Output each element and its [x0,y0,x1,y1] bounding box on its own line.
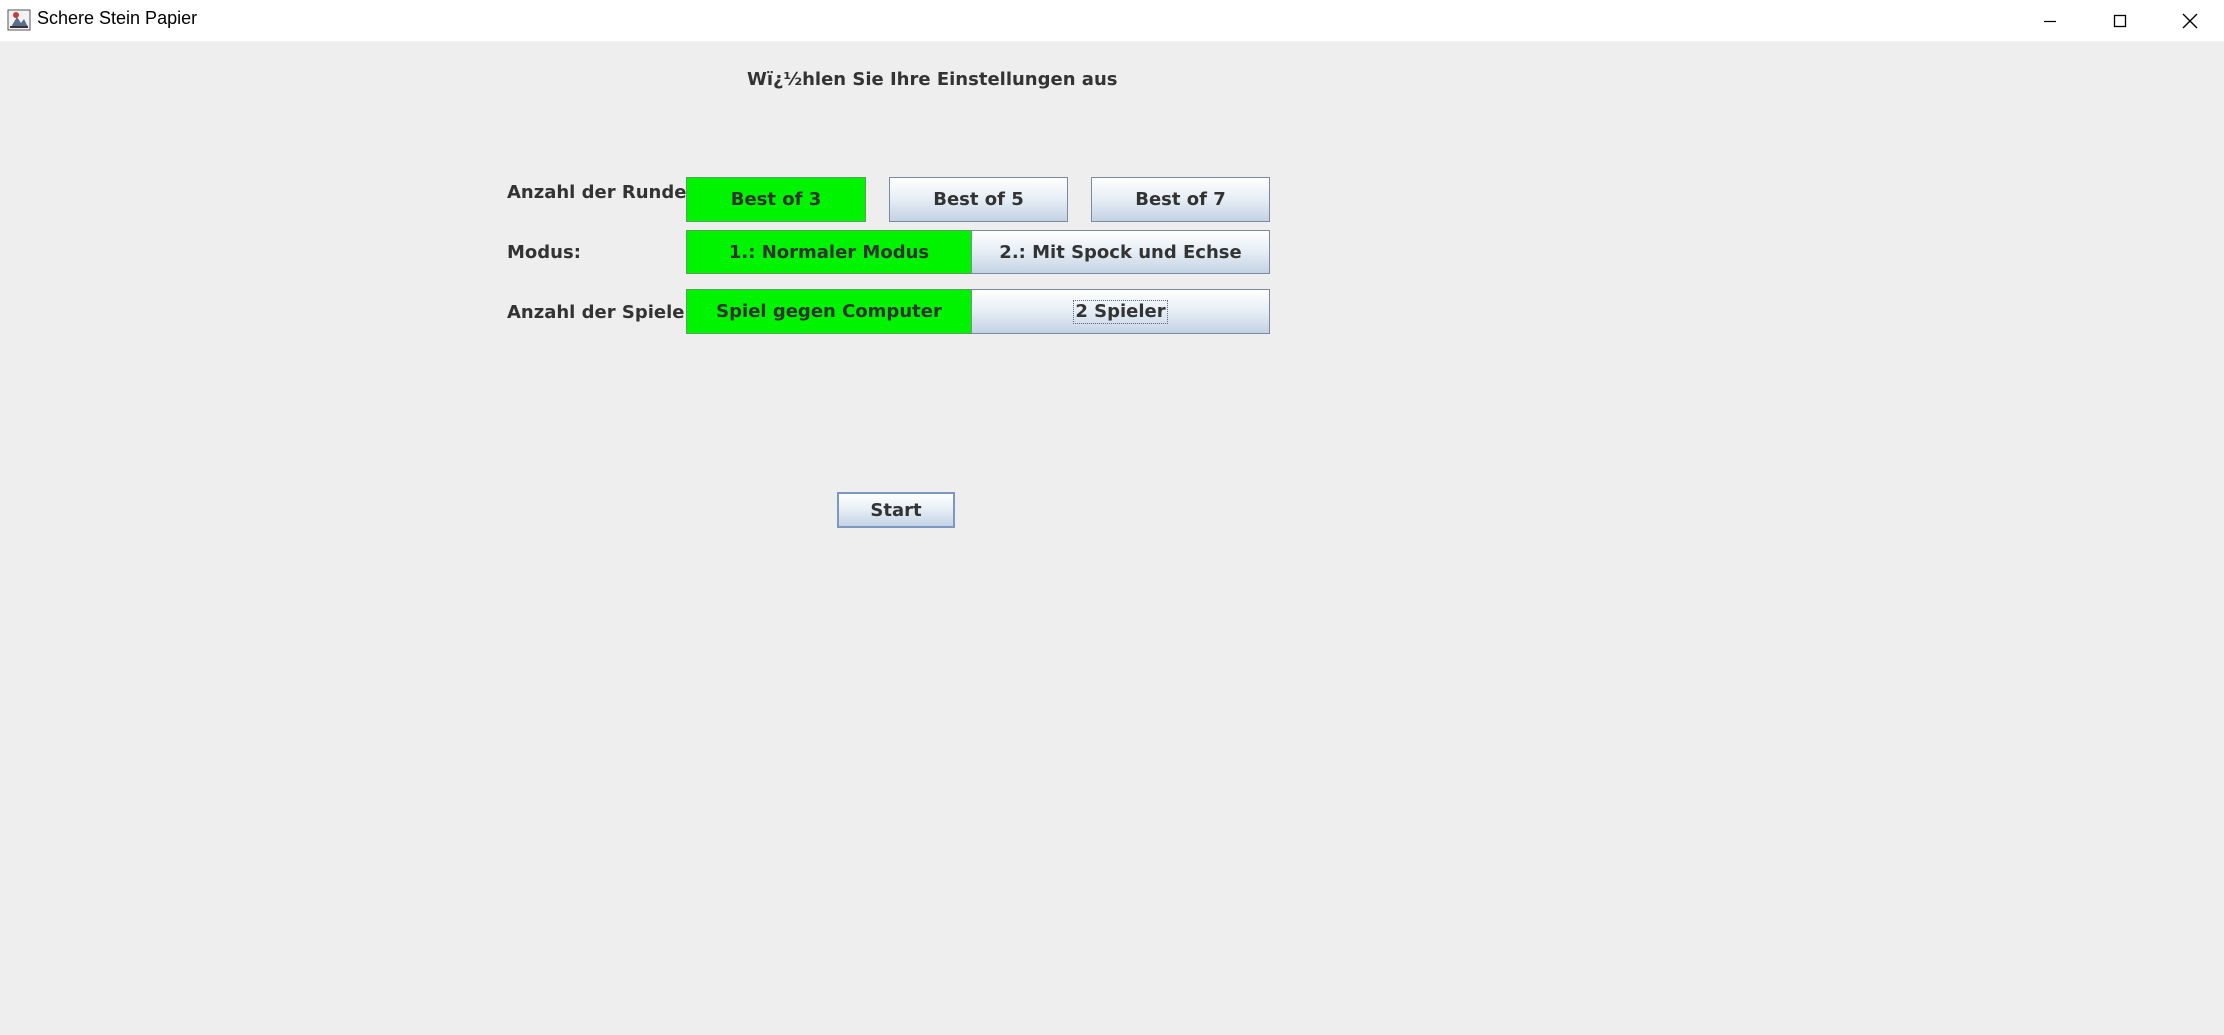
close-button[interactable] [2155,0,2224,41]
maximize-icon [2113,14,2127,27]
maximize-button[interactable] [2085,0,2155,41]
settings-heading: Wï¿½hlen Sie Ihre Einstellungen aus [747,69,1118,90]
two-players-button[interactable]: 2 Spieler [971,289,1270,334]
app-window: Schere Stein Papier Wï¿½hlen Sie Ihre Ei… [0,0,2224,1035]
spock-lizard-mode-button[interactable]: 2.: Mit Spock und Echse [971,230,1270,274]
players-label: Anzahl der Spieler: [507,302,701,323]
normal-mode-button[interactable]: 1.: Normaler Modus [686,230,972,274]
rounds-label: Anzahl der Runden: [507,182,707,203]
start-button[interactable]: Start [837,492,955,528]
two-players-label: 2 Spieler [1073,299,1168,324]
minimize-icon [2044,20,2056,22]
vs-computer-button[interactable]: Spiel gegen Computer [686,289,972,334]
minimize-button[interactable] [2015,0,2085,41]
window-title: Schere Stein Papier [37,8,198,28]
close-icon [2182,13,2198,28]
mode-label: Modus: [507,242,581,263]
best-of-3-button[interactable]: Best of 3 [686,177,866,222]
best-of-7-button[interactable]: Best of 7 [1091,177,1270,222]
best-of-5-button[interactable]: Best of 5 [889,177,1068,222]
title-bar[interactable]: Schere Stein Papier [0,0,2224,41]
java-app-icon [7,9,31,31]
